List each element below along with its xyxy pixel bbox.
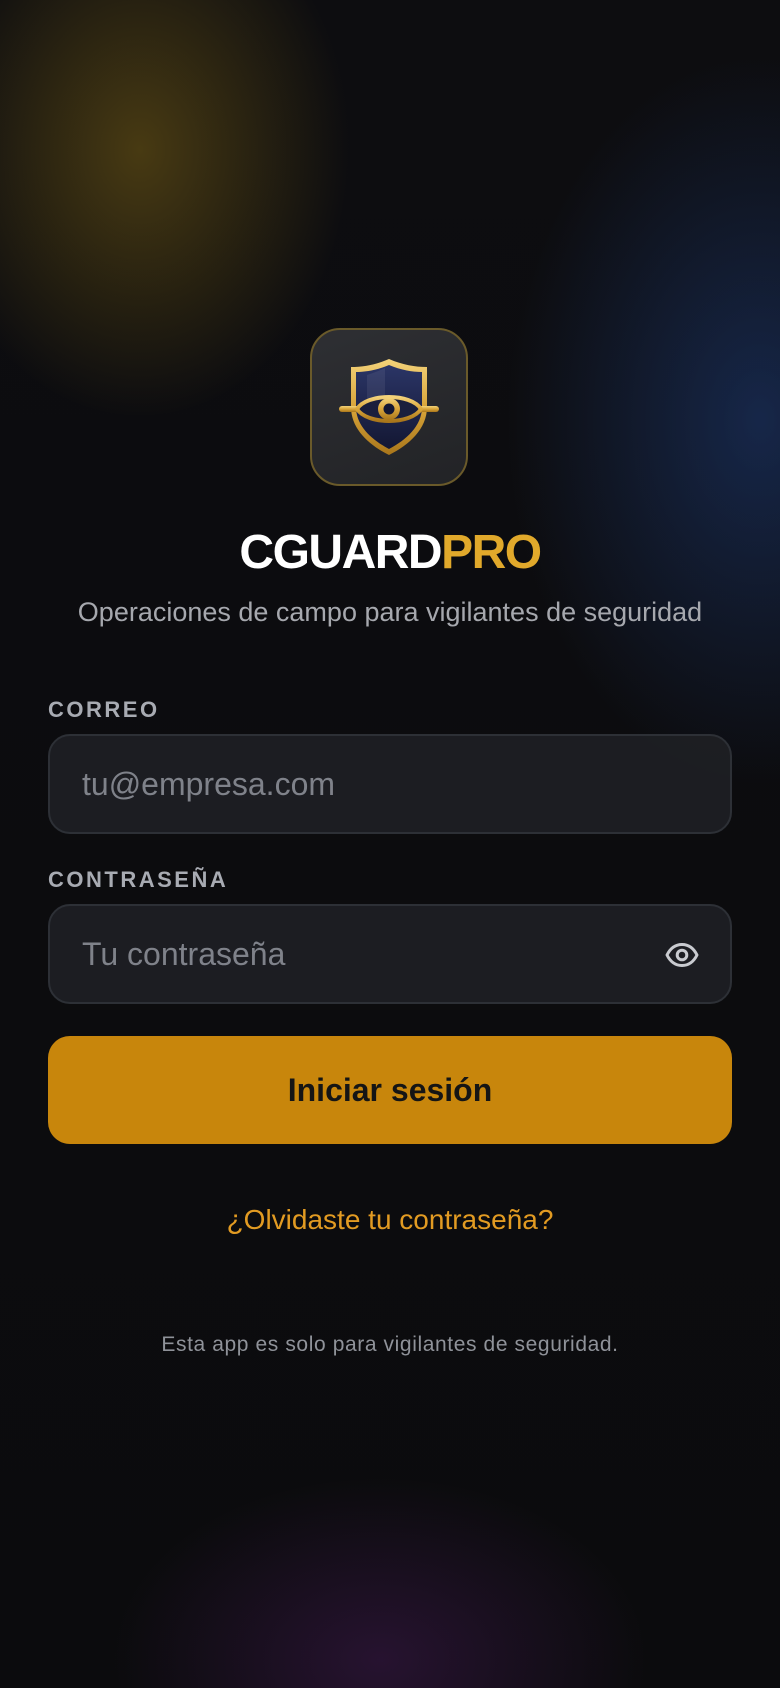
- email-label: CORREO: [48, 697, 160, 722]
- email-field[interactable]: [82, 736, 642, 832]
- login-screen: CGUARDPRO Operaciones de campo para vigi…: [0, 0, 780, 1688]
- password-visibility-toggle[interactable]: [662, 935, 702, 975]
- password-field-container: [48, 904, 732, 1004]
- eye-icon: [665, 943, 699, 967]
- login-button[interactable]: Iniciar sesión: [48, 1036, 732, 1144]
- password-label: CONTRASEÑA: [48, 867, 229, 892]
- password-field[interactable]: [82, 906, 642, 1002]
- app-logo: [310, 328, 468, 486]
- email-field-container: [48, 734, 732, 834]
- forgot-password-link[interactable]: ¿Olvidaste tu contraseña?: [0, 1200, 780, 1240]
- app-title: CGUARDPRO: [0, 524, 780, 582]
- shield-eye-icon: [339, 359, 439, 455]
- app-subtitle: Operaciones de campo para vigilantes de …: [77, 597, 703, 627]
- app-title-part1: CGUARD: [239, 526, 442, 579]
- app-title-part2: PRO: [441, 526, 542, 579]
- footer-note: Esta app es solo para vigilantes de segu…: [161, 1333, 619, 1356]
